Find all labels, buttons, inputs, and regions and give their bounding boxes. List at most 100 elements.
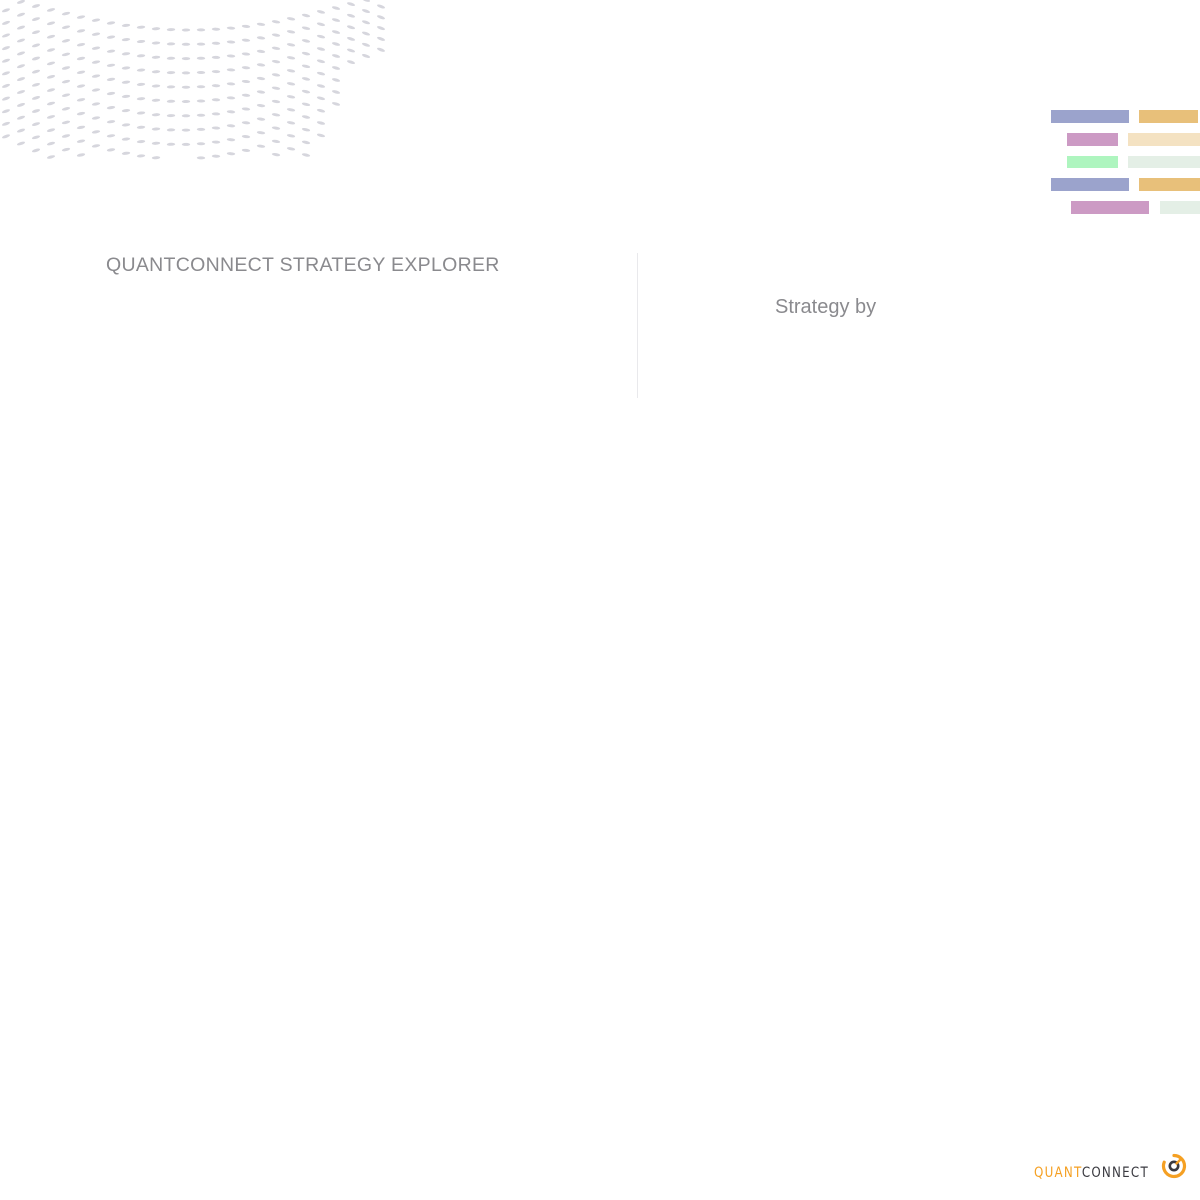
wave-dot [256,144,266,148]
wave-dot [46,48,56,52]
wave-dot [361,31,371,36]
wave-dot [241,107,251,111]
wave-dot [286,30,296,34]
wave-dot [301,39,311,43]
wave-dot [2,46,10,51]
wave-dot [226,124,236,128]
wave-dot [361,0,371,2]
wave-dot [16,12,26,17]
wave-dot [241,38,251,42]
wave-dot [226,96,236,100]
wave-dot [256,117,266,121]
bar-blue-1 [1051,110,1129,123]
wave-dot [61,147,71,152]
wave-dot [286,17,296,21]
bar-orange-1 [1139,110,1198,123]
wave-dot [286,43,296,47]
wave-dot [377,47,385,52]
wave-dot [211,27,221,31]
wave-dot [166,85,176,89]
wave-dot [136,25,146,29]
wave-dot [31,82,41,87]
wave-dot [16,141,26,146]
wave-dot [196,70,206,75]
wave-dot [16,38,26,43]
wave-dot [46,155,56,159]
wave-dot [31,96,41,100]
wave-dot [271,152,281,157]
quantconnect-logo[interactable]: QUANTCONNECT [1034,1152,1190,1186]
wave-dot [226,26,236,30]
wave-dot [331,90,341,94]
wave-dot [241,66,251,70]
wave-dot [181,142,191,146]
wave-dot [226,152,236,156]
wave-dot [106,21,116,25]
wave-dot [91,74,101,78]
wave-dot [106,105,116,110]
wave-dot [196,56,206,60]
wave-dot [136,54,146,58]
wave-dot [46,8,56,12]
wave-dot [91,102,101,106]
wave-dot [106,35,116,39]
wave-dot [256,49,266,53]
wave-dot [286,147,296,151]
wave-dot [106,77,116,82]
wave-dot [196,42,206,46]
wave-dot [31,69,41,74]
wave-dot [121,94,131,98]
wave-dot [106,120,116,124]
wave-dot [46,34,56,39]
bar-pink-1 [1067,133,1118,146]
wave-dot [106,49,116,53]
wave-dot [106,91,116,96]
wave-dot [16,102,26,107]
wave-dot [286,69,296,73]
wave-dot [271,46,281,50]
wave-dot [31,17,41,21]
wave-dot [91,130,101,134]
wave-dot [271,126,281,130]
wave-dot [331,78,341,82]
wave-dot [151,141,161,145]
wave-dot [31,148,41,153]
page-eyebrow-title: QUANTCONNECT STRATEGY EXPLORER [106,254,500,276]
wave-dot [16,25,26,30]
wave-dot [181,42,191,46]
wave-dot [226,40,236,44]
wave-dot [346,25,356,30]
dotted-wave-graphic [2,0,385,160]
wave-dot [16,77,26,82]
wave-dot [31,56,41,61]
wave-dot [151,41,161,45]
wave-dot [91,144,101,148]
wave-dot [271,20,281,24]
wave-dot [241,148,251,152]
wave-dot [151,70,161,74]
wave-dot [316,121,326,125]
wave-dot [121,38,131,42]
wave-dot [241,121,251,125]
wave-dot [76,139,86,143]
wave-dot [46,141,56,146]
wave-dot [196,85,206,89]
wave-dot [2,8,10,13]
wave-dot [241,93,251,97]
wave-dot [301,51,311,56]
wave-dot [76,70,86,74]
wave-dot [211,55,221,59]
wave-dot [121,109,131,113]
wave-dot [331,30,341,34]
wave-dot [166,142,176,146]
wave-dot [361,54,371,58]
wave-dot [166,114,176,118]
wave-dot [2,71,10,76]
wave-dot [46,75,56,79]
wave-dot [196,156,206,160]
wave-dot [61,79,71,84]
wave-dot [377,26,385,31]
wave-dot [2,109,10,114]
wave-dot [331,6,341,10]
wave-dot [211,70,221,74]
